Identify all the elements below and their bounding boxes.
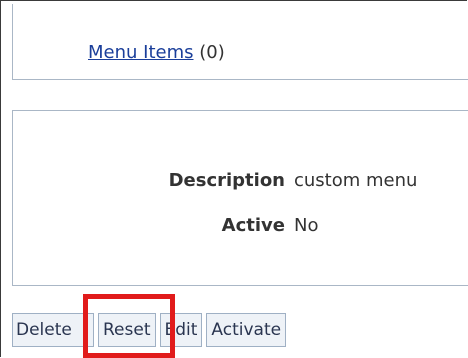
menu-items-link[interactable]: Menu Items xyxy=(88,42,194,63)
description-label: Description xyxy=(168,170,285,191)
description-row: Description custom menu xyxy=(13,167,453,195)
active-row: Active No xyxy=(13,212,453,240)
details-panel: Description custom menu Active No xyxy=(12,110,468,286)
menu-items-count: (0) xyxy=(199,42,225,63)
menu-items-panel: Menu Items (0) xyxy=(12,4,468,80)
delete-button[interactable]: Delete xyxy=(12,313,94,347)
description-value: custom menu xyxy=(294,170,418,191)
active-label: Active xyxy=(221,215,285,236)
activate-button[interactable]: Activate xyxy=(206,313,287,347)
reset-button[interactable]: Reset xyxy=(98,313,156,347)
menu-items-row: Menu Items (0) xyxy=(88,42,225,64)
edit-button[interactable]: Edit xyxy=(159,313,203,347)
action-button-bar: Delete Reset Edit Activate xyxy=(12,313,287,347)
active-value: No xyxy=(294,215,319,236)
